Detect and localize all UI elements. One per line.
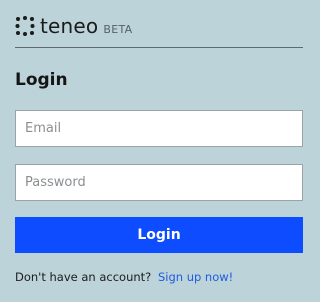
email-field[interactable] bbox=[15, 110, 303, 147]
header-divider bbox=[15, 47, 303, 48]
page-title: Login bbox=[15, 70, 68, 90]
signup-prompt-text: Don't have an account? bbox=[15, 270, 152, 284]
login-button[interactable]: Login bbox=[15, 217, 303, 253]
signup-link[interactable]: Sign up now! bbox=[158, 270, 233, 284]
brand-name: teneo bbox=[40, 14, 99, 38]
app-header: teneo BETA bbox=[15, 14, 303, 38]
beta-badge: BETA bbox=[103, 22, 133, 36]
teneo-logo-icon bbox=[15, 16, 35, 36]
password-field[interactable] bbox=[15, 164, 303, 201]
signup-prompt-row: Don't have an account? Sign up now! bbox=[15, 269, 233, 285]
